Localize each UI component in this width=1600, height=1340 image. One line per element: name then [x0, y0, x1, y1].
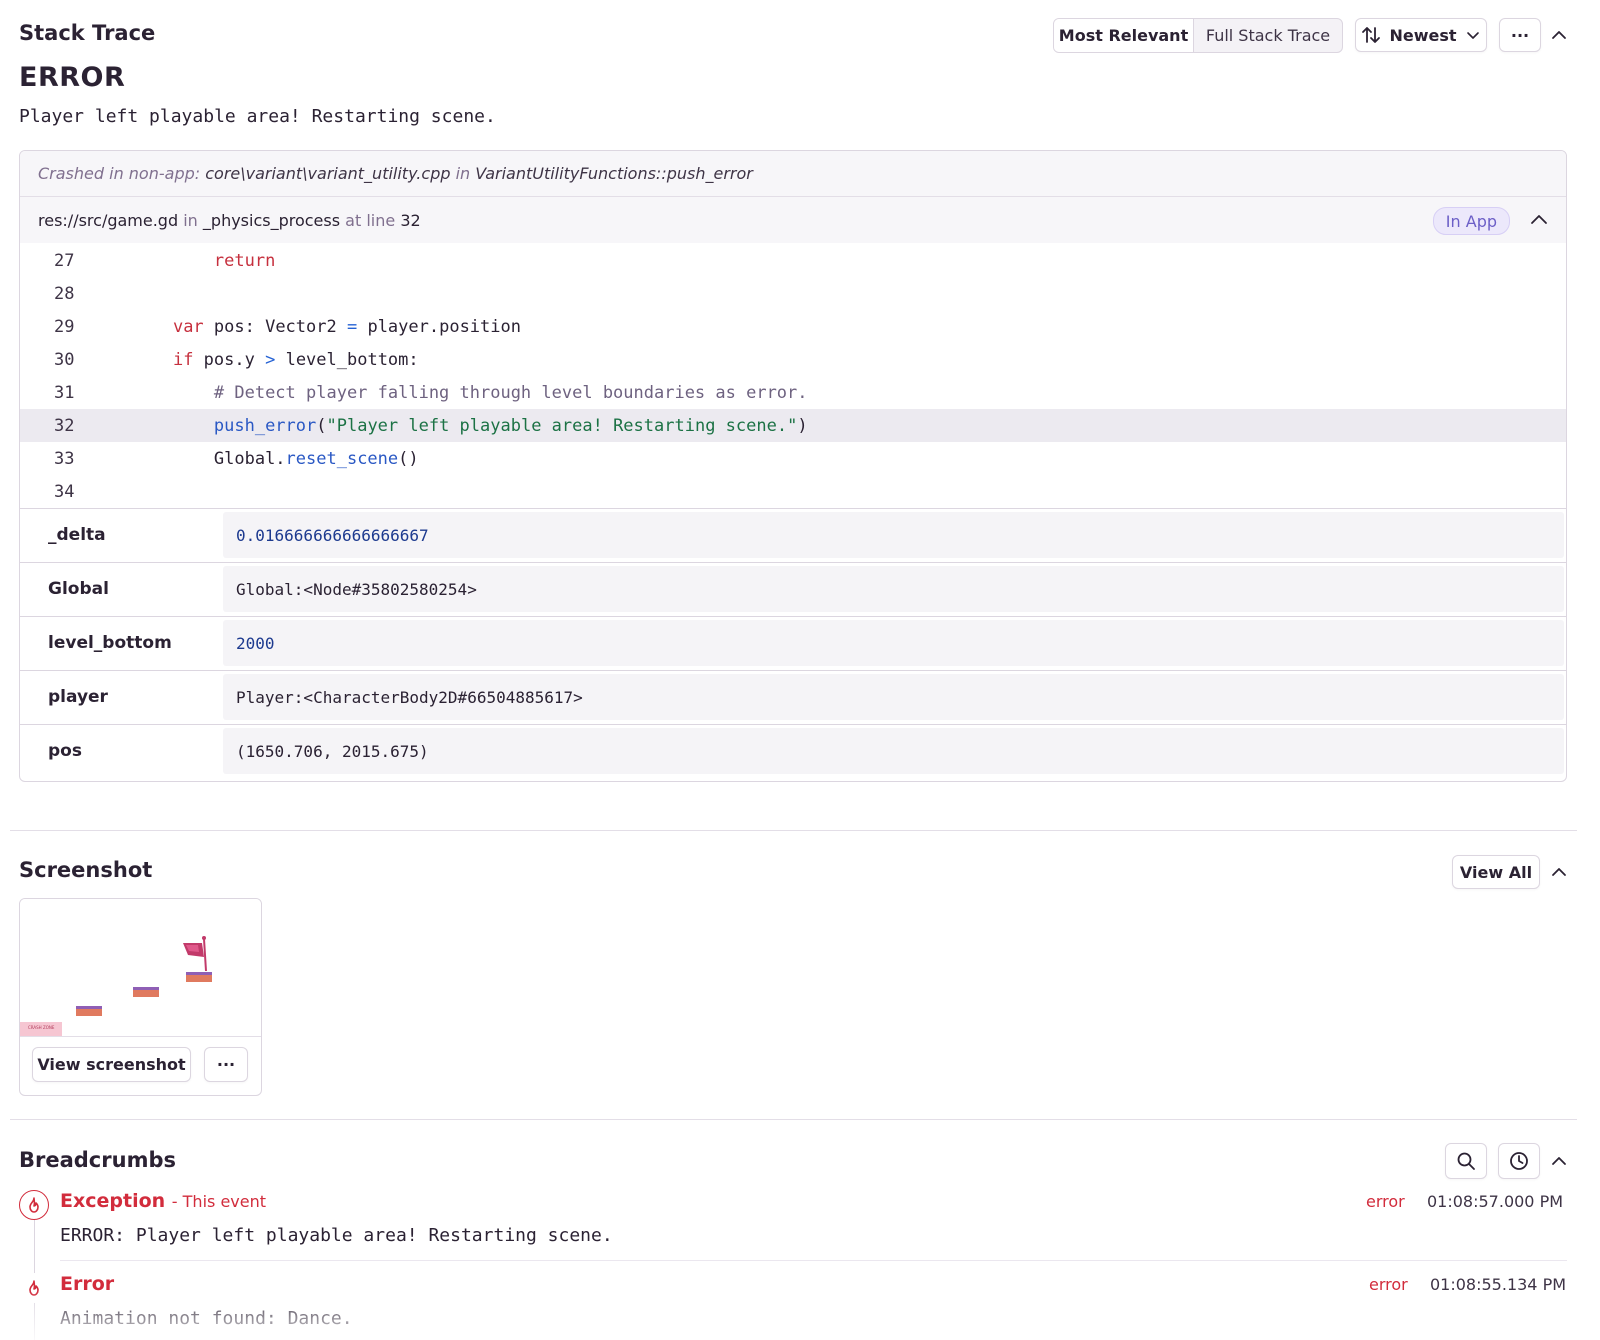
sort-dropdown[interactable]: Newest	[1355, 18, 1487, 52]
collapse-screenshot-icon[interactable]	[1548, 861, 1570, 883]
line-number: 28	[54, 283, 75, 304]
breadcrumb-timestamp: 01:08:57.000 PM	[1427, 1192, 1564, 1211]
exception-message: Player left playable area! Restarting sc…	[19, 106, 496, 127]
code-text: return	[213, 250, 276, 271]
frame-function: _physics_process	[202, 210, 341, 230]
code-text: # Detect player falling through level bo…	[213, 382, 808, 403]
breadcrumb-level: error	[1369, 1275, 1408, 1294]
variable-name: pos	[48, 741, 82, 761]
code-line: 31 # Detect player falling through level…	[20, 376, 1566, 409]
full-stack-trace-button[interactable]: Full Stack Trace	[1194, 19, 1342, 52]
variable-row: level_bottom 2000	[20, 617, 1566, 671]
variable-row: pos (1650.706, 2015.675)	[20, 725, 1566, 779]
line-number: 31	[54, 382, 75, 403]
screenshot-card: CRASH ZONE View screenshot ···	[19, 898, 262, 1096]
code-text: Global.reset_scene()	[213, 448, 419, 469]
variable-row: player Player:<CharacterBody2D#6650488561…	[20, 671, 1566, 725]
breadcrumbs-title: Breadcrumbs	[19, 1148, 176, 1172]
breadcrumb-type-label: Error	[60, 1273, 115, 1295]
more-icon: ···	[1510, 25, 1530, 45]
line-number: 30	[54, 349, 75, 370]
crash-location-row: Crashed in non-app: core\variant\variant…	[20, 151, 1566, 197]
view-screenshot-button[interactable]: View screenshot	[32, 1047, 191, 1082]
breadcrumb-message: ERROR: Player left playable area! Restar…	[60, 1225, 613, 1246]
variable-value: Global:<Node#35802580254>	[223, 566, 1564, 612]
frame-in-word: in	[183, 210, 198, 230]
screenshot-thumbnail[interactable]: CRASH ZONE	[20, 899, 261, 1037]
breadcrumb-timestamp: 01:08:55.134 PM	[1430, 1275, 1567, 1294]
variable-name: _delta	[48, 525, 106, 545]
stack-more-button[interactable]: ···	[1499, 18, 1541, 52]
crash-file: core\variant\variant_utility.cpp	[205, 164, 451, 183]
code-line: 29 var pos: Vector2 = player.position	[20, 310, 1566, 343]
chevron-down-icon	[1466, 32, 1479, 39]
code-line: 33 Global.reset_scene()	[20, 442, 1566, 475]
most-relevant-button[interactable]: Most Relevant	[1054, 19, 1194, 52]
frame-line-number: 32	[400, 210, 421, 230]
variable-name: level_bottom	[48, 633, 172, 653]
breadcrumb-type: Exception - This event	[60, 1190, 266, 1212]
variable-name: player	[48, 687, 108, 707]
frame-file: res://src/game.gd	[38, 210, 179, 230]
code-line: 32 push_error("Player left playable area…	[20, 409, 1566, 442]
code-text: if pos.y > level_bottom:	[172, 349, 419, 370]
line-number: 27	[54, 250, 75, 271]
breadcrumb-message: Animation not found: Dance.	[60, 1308, 353, 1329]
code-line: 30 if pos.y > level_bottom:	[20, 343, 1566, 376]
screenshot-title: Screenshot	[19, 858, 153, 882]
fire-icon	[19, 1190, 49, 1220]
crash-function: VariantUtilityFunctions::push_error	[475, 164, 753, 183]
variable-value: 2000	[223, 620, 1564, 666]
crash-prefix: Crashed in non-app:	[38, 164, 201, 183]
breadcrumb-type: Error	[60, 1273, 114, 1295]
stack-view-toggle: Most Relevant Full Stack Trace	[1053, 18, 1343, 53]
code-line: 27 return	[20, 244, 1566, 277]
collapse-frame-icon[interactable]	[1528, 209, 1550, 231]
code-line: 28	[20, 277, 1566, 310]
in-app-badge: In App	[1432, 207, 1510, 235]
sort-icon	[1362, 27, 1381, 43]
variable-name: Global	[48, 579, 109, 599]
code-text: var pos: Vector2 = player.position	[172, 316, 521, 337]
section-divider	[10, 830, 1577, 831]
variable-row: Global Global:<Node#35802580254>	[20, 563, 1566, 617]
frame-at-line-word: at line	[345, 210, 396, 230]
breadcrumb-separator	[60, 1260, 1567, 1261]
screenshot-more-button[interactable]: ···	[204, 1047, 248, 1082]
code-text: push_error("Player left playable area! R…	[213, 415, 808, 436]
exception-type: ERROR	[19, 62, 126, 93]
sort-label: Newest	[1389, 25, 1457, 45]
variable-value: 0.016666666666666667	[223, 512, 1564, 558]
collapse-stack-trace-icon[interactable]	[1548, 24, 1570, 46]
fire-icon	[19, 1273, 49, 1303]
breadcrumb-subtitle: - This event	[171, 1192, 267, 1211]
code-line: 34	[20, 475, 1566, 508]
stack-frame-panel: Crashed in non-app: core\variant\variant…	[19, 150, 1567, 782]
collapse-breadcrumbs-icon[interactable]	[1548, 1150, 1570, 1172]
breadcrumb-type-label: Exception	[60, 1190, 166, 1212]
thumbnail-badge-text: CRASH ZONE	[28, 1025, 55, 1030]
section-divider	[10, 1119, 1577, 1120]
frame-variables: _delta 0.016666666666666667 Global Global:<…	[20, 508, 1566, 774]
frame-header[interactable]: res://src/game.gd in _physics_process at…	[20, 197, 1566, 243]
line-number: 33	[54, 448, 75, 469]
variable-row: _delta 0.016666666666666667	[20, 509, 1566, 563]
line-number: 32	[54, 415, 75, 436]
breadcrumb-time-format-button[interactable]	[1498, 1143, 1540, 1179]
variable-value: Player:<CharacterBody2D#66504885617>	[223, 674, 1564, 720]
breadcrumb-level: error	[1366, 1192, 1405, 1211]
search-icon	[1457, 1152, 1475, 1170]
view-all-button[interactable]: View All	[1452, 855, 1540, 889]
line-number: 29	[54, 316, 75, 337]
more-icon: ···	[216, 1055, 236, 1074]
stack-trace-title: Stack Trace	[19, 21, 156, 45]
breadcrumb-search-button[interactable]	[1445, 1143, 1487, 1179]
variable-value: (1650.706, 2015.675)	[223, 728, 1564, 774]
line-number: 34	[54, 481, 75, 502]
crash-in-word: in	[455, 164, 471, 183]
clock-icon	[1510, 1152, 1528, 1170]
